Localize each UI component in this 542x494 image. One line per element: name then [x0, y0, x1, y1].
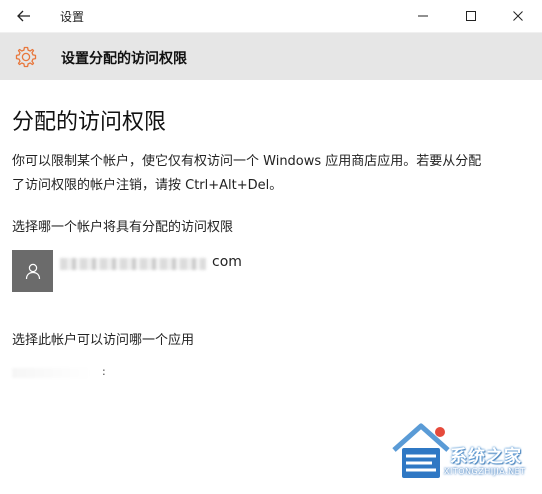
settings-window: 设置 设置分配的访问权限 分配的访问权限 你可以限制某个帐户，使它仅有权访问一个…	[0, 0, 542, 494]
page-title: 分配的访问权限	[12, 110, 167, 135]
minimize-icon	[418, 15, 428, 17]
user-icon	[25, 263, 40, 280]
window-title: 设置	[60, 10, 85, 24]
avatar	[12, 250, 53, 292]
arrow-left-icon	[17, 10, 30, 22]
site-watermark: 系统之家 XITONGZHIJIA.NET	[390, 410, 540, 490]
gear-icon	[15, 46, 37, 68]
minimize-button[interactable]	[400, 0, 446, 32]
header-title: 设置分配的访问权限	[61, 51, 187, 67]
account-email-suffix: com	[212, 254, 242, 270]
app-picker-glyph: :	[102, 365, 106, 378]
account-picker[interactable]: com	[12, 250, 312, 292]
maximize-icon	[466, 11, 476, 21]
account-section-label: 选择哪一个帐户将具有分配的访问权限	[12, 220, 234, 235]
app-section-label: 选择此帐户可以访问哪一个应用	[12, 333, 195, 348]
watermark-name: 系统之家	[450, 447, 522, 467]
settings-header: 设置分配的访问权限	[0, 33, 542, 80]
app-picker-placeholder	[12, 368, 92, 378]
watermark-site: XITONGZHIJIA.NET	[444, 467, 526, 476]
close-button[interactable]	[495, 0, 541, 32]
account-email-redacted	[60, 258, 206, 270]
app-picker[interactable]: :	[12, 362, 152, 390]
house-logo-icon	[392, 423, 450, 478]
back-button[interactable]	[6, 2, 42, 30]
title-bar: 设置	[0, 0, 542, 33]
maximize-button[interactable]	[448, 0, 494, 32]
description-text: 你可以限制某个帐户，使它仅有权访问一个 Windows 应用商店应用。若要从分配…	[12, 154, 482, 193]
close-icon	[513, 11, 523, 21]
